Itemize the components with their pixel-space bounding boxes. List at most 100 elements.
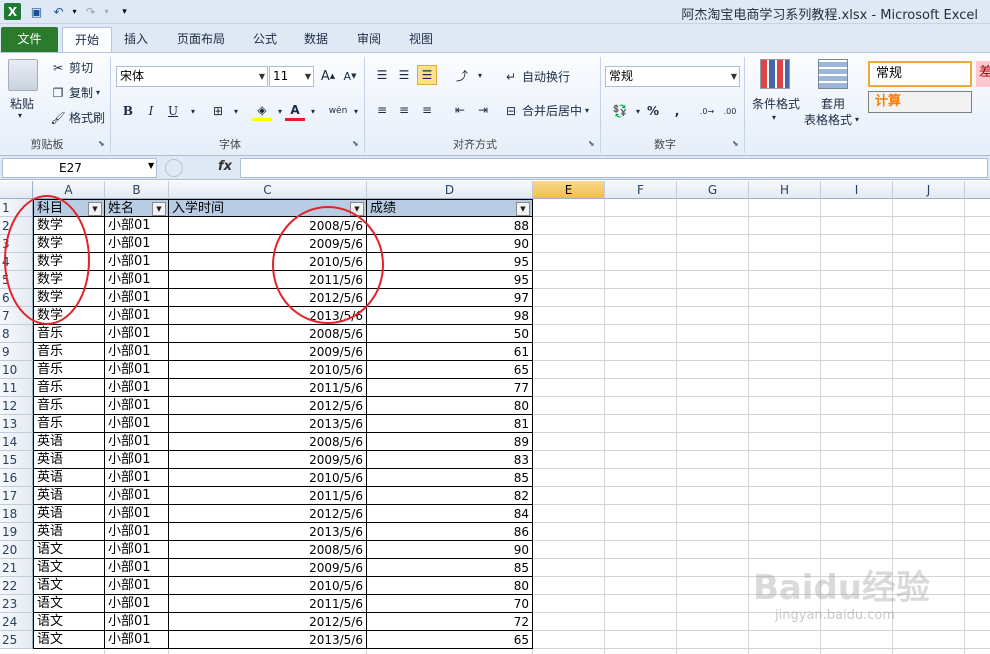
undo-dropdown-icon[interactable]: ▾ [66, 3, 83, 20]
tab-data[interactable]: 数据 [292, 27, 340, 52]
conditional-format-button[interactable]: 条件格式 [752, 95, 800, 112]
table-cell[interactable]: 语文 [33, 559, 105, 577]
table-cell[interactable]: 2012/5/6 [169, 613, 367, 631]
table-cell[interactable]: 50 [367, 325, 533, 343]
row-header[interactable]: 25 [0, 631, 33, 649]
table-cell[interactable]: 2013/5/6 [169, 415, 367, 433]
table-cell[interactable]: 小部01 [105, 469, 169, 487]
row-header[interactable]: 8 [0, 325, 33, 343]
row-header[interactable]: 24 [0, 613, 33, 631]
increase-decimal-icon[interactable]: .0→ [697, 101, 717, 121]
decrease-indent-icon[interactable]: ⇤ [450, 100, 470, 120]
bold-button[interactable]: B [118, 101, 138, 121]
col-header-d[interactable]: D [367, 181, 533, 199]
table-cell[interactable]: 语文 [33, 631, 105, 649]
format-table-label-1[interactable]: 套用 [821, 95, 845, 112]
accounting-format-icon[interactable]: 💱 [610, 101, 630, 121]
table-cell[interactable]: 81 [367, 415, 533, 433]
align-left-icon[interactable]: ≡ [372, 100, 392, 120]
table-cell[interactable]: 2009/5/6 [169, 343, 367, 361]
table-cell[interactable]: 88 [367, 217, 533, 235]
filter-dropdown-icon[interactable]: ▼ [88, 202, 102, 216]
align-top-icon[interactable]: ☰ [372, 65, 392, 85]
comma-button[interactable]: , [667, 101, 687, 121]
table-cell[interactable]: 小部01 [105, 505, 169, 523]
table-cell[interactable]: 2012/5/6 [169, 505, 367, 523]
paste-icon[interactable] [8, 59, 38, 91]
col-header-f[interactable]: F [605, 181, 677, 199]
row-header[interactable]: 11 [0, 379, 33, 397]
table-cell[interactable]: 英语 [33, 451, 105, 469]
table-cell[interactable]: 音乐 [33, 379, 105, 397]
table-cell[interactable]: 80 [367, 577, 533, 595]
wrap-text-button[interactable]: ↵ 自动换行 [503, 68, 570, 85]
table-cell[interactable]: 英语 [33, 523, 105, 541]
redo-icon[interactable]: ↷ [82, 3, 99, 20]
header-cell[interactable]: 成绩 ▼ [367, 199, 533, 217]
col-header-e[interactable]: E [533, 181, 605, 199]
col-header-c[interactable]: C [169, 181, 367, 199]
copy-button[interactable]: ❐ 复制 ▾ [50, 84, 100, 101]
table-cell[interactable]: 2011/5/6 [169, 595, 367, 613]
clipboard-launcher-icon[interactable]: ⬊ [98, 139, 105, 148]
table-cell[interactable]: 89 [367, 433, 533, 451]
table-cell[interactable]: 61 [367, 343, 533, 361]
format-painter-button[interactable]: 🖌 格式刷 [50, 109, 105, 126]
tab-formulas[interactable]: 公式 [241, 27, 289, 52]
font-size-combo[interactable]: 11 ▼ [269, 66, 314, 87]
number-format-combo[interactable]: 常规 ▼ [605, 66, 740, 87]
table-cell[interactable]: 2011/5/6 [169, 379, 367, 397]
orientation-dropdown-icon[interactable]: ▾ [470, 65, 490, 85]
tab-insert[interactable]: 插入 [112, 27, 160, 52]
table-cell[interactable]: 2009/5/6 [169, 559, 367, 577]
style-calculation[interactable]: 计算 [868, 91, 972, 113]
table-cell[interactable]: 小部01 [105, 307, 169, 325]
table-cell[interactable]: 小部01 [105, 325, 169, 343]
table-cell[interactable]: 语文 [33, 541, 105, 559]
col-header-b[interactable]: B [105, 181, 169, 199]
table-cell[interactable]: 2013/5/6 [169, 523, 367, 541]
table-cell[interactable]: 83 [367, 451, 533, 469]
table-cell[interactable]: 85 [367, 469, 533, 487]
row-header[interactable]: 23 [0, 595, 33, 613]
col-header-h[interactable]: H [749, 181, 821, 199]
row-header[interactable]: 12 [0, 397, 33, 415]
conditional-format-icon[interactable] [760, 59, 790, 89]
tab-page-layout[interactable]: 页面布局 [165, 27, 237, 52]
table-cell[interactable]: 音乐 [33, 343, 105, 361]
increase-indent-icon[interactable]: ⇥ [473, 100, 493, 120]
table-cell[interactable]: 英语 [33, 487, 105, 505]
table-cell[interactable]: 音乐 [33, 415, 105, 433]
table-cell[interactable]: 小部01 [105, 289, 169, 307]
row-header[interactable]: 21 [0, 559, 33, 577]
customize-qat-icon[interactable]: ▾ [116, 3, 133, 20]
number-launcher-icon[interactable]: ⬊ [732, 139, 739, 148]
format-table-button[interactable]: 表格格式 ▾ [804, 111, 859, 128]
shrink-font-icon[interactable]: A ▼ [340, 66, 360, 86]
filter-dropdown-icon[interactable]: ▼ [152, 202, 166, 216]
table-cell[interactable]: 70 [367, 595, 533, 613]
row-header[interactable]: 9 [0, 343, 33, 361]
table-cell[interactable]: 小部01 [105, 271, 169, 289]
table-cell[interactable]: 2010/5/6 [169, 469, 367, 487]
align-right-icon[interactable]: ≡ [417, 100, 437, 120]
italic-button[interactable]: I [141, 101, 161, 121]
align-center-icon[interactable]: ≡ [394, 100, 414, 120]
formula-input[interactable] [240, 158, 988, 178]
table-cell[interactable]: 2011/5/6 [169, 487, 367, 505]
font-name-combo[interactable]: 宋体 ▼ [116, 66, 268, 87]
alignment-launcher-icon[interactable]: ⬊ [588, 139, 595, 148]
table-cell[interactable]: 小部01 [105, 379, 169, 397]
table-cell[interactable]: 小部01 [105, 433, 169, 451]
table-cell[interactable]: 95 [367, 271, 533, 289]
merge-center-button[interactable]: ⊟ 合并后居中 ▾ [503, 102, 589, 119]
table-cell[interactable]: 小部01 [105, 595, 169, 613]
table-cell[interactable]: 音乐 [33, 397, 105, 415]
grow-font-icon[interactable]: A ▲ [318, 66, 338, 86]
row-header[interactable]: 19 [0, 523, 33, 541]
table-cell[interactable]: 90 [367, 541, 533, 559]
table-cell[interactable]: 90 [367, 235, 533, 253]
col-header-g[interactable]: G [677, 181, 749, 199]
row-header[interactable]: 22 [0, 577, 33, 595]
table-cell[interactable]: 2009/5/6 [169, 451, 367, 469]
